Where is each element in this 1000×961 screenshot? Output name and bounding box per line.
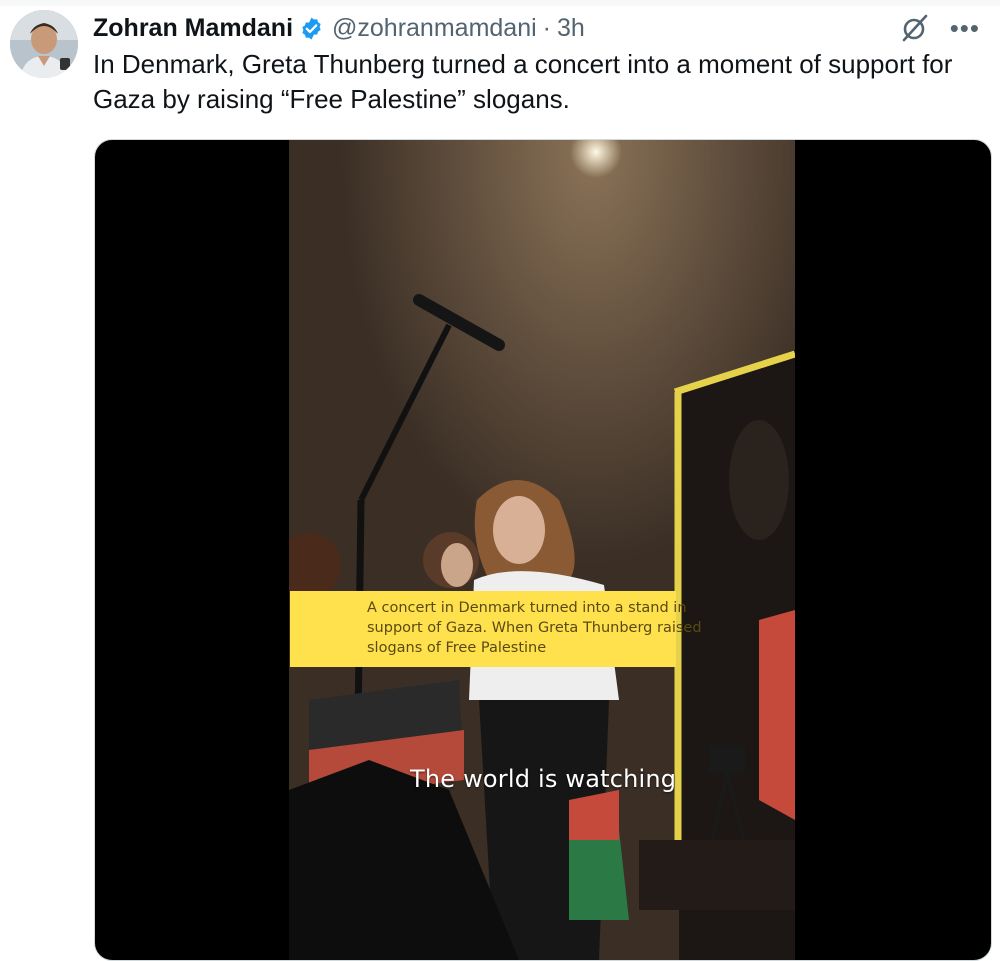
top-strip xyxy=(0,0,1000,6)
grok-icon[interactable] xyxy=(900,13,930,43)
verified-badge-icon xyxy=(299,16,324,41)
more-icon[interactable]: ••• xyxy=(950,15,980,41)
video-caption-text: A concert in Denmark turned into a stand… xyxy=(367,600,702,656)
avatar[interactable] xyxy=(10,10,78,78)
video-player[interactable]: A concert in Denmark turned into a stand… xyxy=(94,139,992,961)
author-name[interactable]: Zohran Mamdani xyxy=(93,14,293,43)
separator: · xyxy=(542,13,551,42)
header-actions: ••• xyxy=(900,10,980,46)
tweet-text: In Denmark, Greta Thunberg turned a conc… xyxy=(93,49,953,114)
tweet-time[interactable]: 3h xyxy=(557,14,585,43)
video-frame xyxy=(289,140,795,960)
author-handle[interactable]: @zohranmamdani xyxy=(332,14,537,43)
video-subtitle: The world is watching xyxy=(410,765,677,793)
tweet-header: Zohran Mamdani @zohranmamdani · 3h ••• xyxy=(93,10,980,46)
